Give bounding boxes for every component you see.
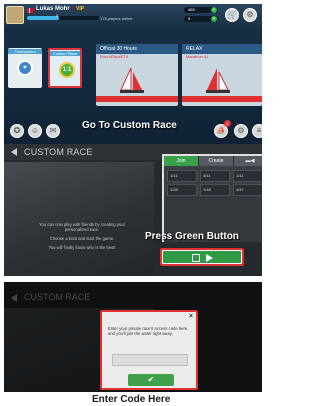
race-slot[interactable]: 4/47 [233,184,262,196]
access-code-message: Enter your private race's access code he… [108,326,189,337]
access-code-dialog: × Enter your private race's access code … [100,310,198,390]
race-tabs: Join Create ▬◀ [164,156,262,166]
race-slot[interactable]: 4/11 [200,170,230,182]
top-bar: Lukas Mohr VIP 0 178 players online 485 … [4,4,262,26]
race-card-stripe [96,96,178,102]
tab-create[interactable]: Create [198,156,233,166]
xp-progress-bar [27,16,99,20]
race-card-title: Official 30 Hours [96,44,178,54]
back-arrow-icon[interactable] [11,148,17,156]
race-card-relax[interactable]: RELAX Marathon #1 [182,44,262,106]
custom-race-title: CUSTOM RACE [24,147,93,157]
custom-race-screen: CUSTOM RACE You can now play with friend… [4,144,262,276]
instruction-press-green-button: Press Green Button [145,231,239,242]
trophy-icon[interactable]: ✪ [10,124,24,138]
race-mode-strip: Tournament ⌖ Custom Race 1:1 [8,34,90,106]
xp-value: 0 [56,13,59,18]
bottom-icon-row: ✪ ☺ ✉ [8,122,68,140]
custom-race-desc-4: You will finally know who is the best! [48,245,116,250]
custom-race-desc-3: Choose a boat and start the game. [49,236,115,241]
shop-cart-icon[interactable]: 🛒 [225,8,239,22]
join-code-button-border [162,250,242,264]
tab-join[interactable]: Join [164,156,198,166]
username: Lukas Mohr [36,6,70,12]
access-code-input[interactable] [112,354,188,366]
race-card-title: RELAX [182,44,262,54]
tournament-mode-label: Tournament [8,49,42,54]
confirm-button[interactable]: ✔ [128,374,174,386]
code-entry-screen: CUSTOM RACE × Enter your private race's … [4,282,262,392]
tournament-mode-card[interactable]: Tournament ⌖ [8,48,42,88]
avatar[interactable] [6,6,24,24]
race-slot[interactable]: 12/8 [167,184,197,196]
tab-tv[interactable]: ▬◀ [233,156,262,166]
race-slot[interactable]: 1/11 [167,170,197,182]
leaderboard-icon[interactable]: ≡ [252,124,262,138]
notification-badge: 1 [224,120,231,127]
sailboat-icon [120,67,144,93]
custom-race-panel: Join Create ▬◀ 1/11 4/11 1/11 12/8 1/48 … [162,154,262,242]
instruction-enter-code: Enter Code Here [92,394,171,405]
globe-icon: ⌖ [17,60,33,76]
play-icon [206,254,213,262]
race-card-official[interactable]: Official 30 Hours RoundTrip#ETA [96,44,178,106]
instruction-go-to-custom-race: Go To Custom Race [82,120,177,131]
friends-icon[interactable]: ☺ [28,124,42,138]
gems-counter: 5 + [184,16,218,22]
vip-badge: VIP [74,6,87,12]
add-gems-button[interactable]: + [211,16,217,22]
custom-race-desc-2: personalized race. [64,227,100,232]
gems-value: 5 [188,16,191,21]
custom-race-badge-icon: 1:1 [59,62,75,78]
online-count: 178 players online [100,16,133,21]
settings-gear-icon[interactable]: ⚙ [243,8,257,22]
close-icon[interactable]: × [189,313,193,320]
xp-progress-fill [27,16,60,20]
menu-gear-icon[interactable]: ⚙ [234,124,248,138]
custom-race-mode-card[interactable]: Custom Race 1:1 [48,48,82,88]
race-card-subtitle: RoundTrip#ETA [100,54,129,59]
race-slot[interactable]: 1/48 [200,184,230,196]
mail-icon[interactable]: ✉ [46,124,60,138]
sailboat-icon [206,68,230,93]
players-photo [4,162,154,276]
coins-value: 485 [188,7,195,12]
add-coins-button[interactable]: + [211,7,217,13]
keypad-icon [192,254,200,262]
race-card-subtitle: Marathon #1 [186,54,209,59]
race-card-stripe [182,96,262,102]
join-code-button[interactable] [160,248,244,266]
race-slot[interactable]: 1/11 [233,170,262,182]
denmark-flag-icon [27,8,34,13]
coins-counter: 485 + [184,7,218,13]
custom-race-mode-label: Custom Race [50,51,80,56]
